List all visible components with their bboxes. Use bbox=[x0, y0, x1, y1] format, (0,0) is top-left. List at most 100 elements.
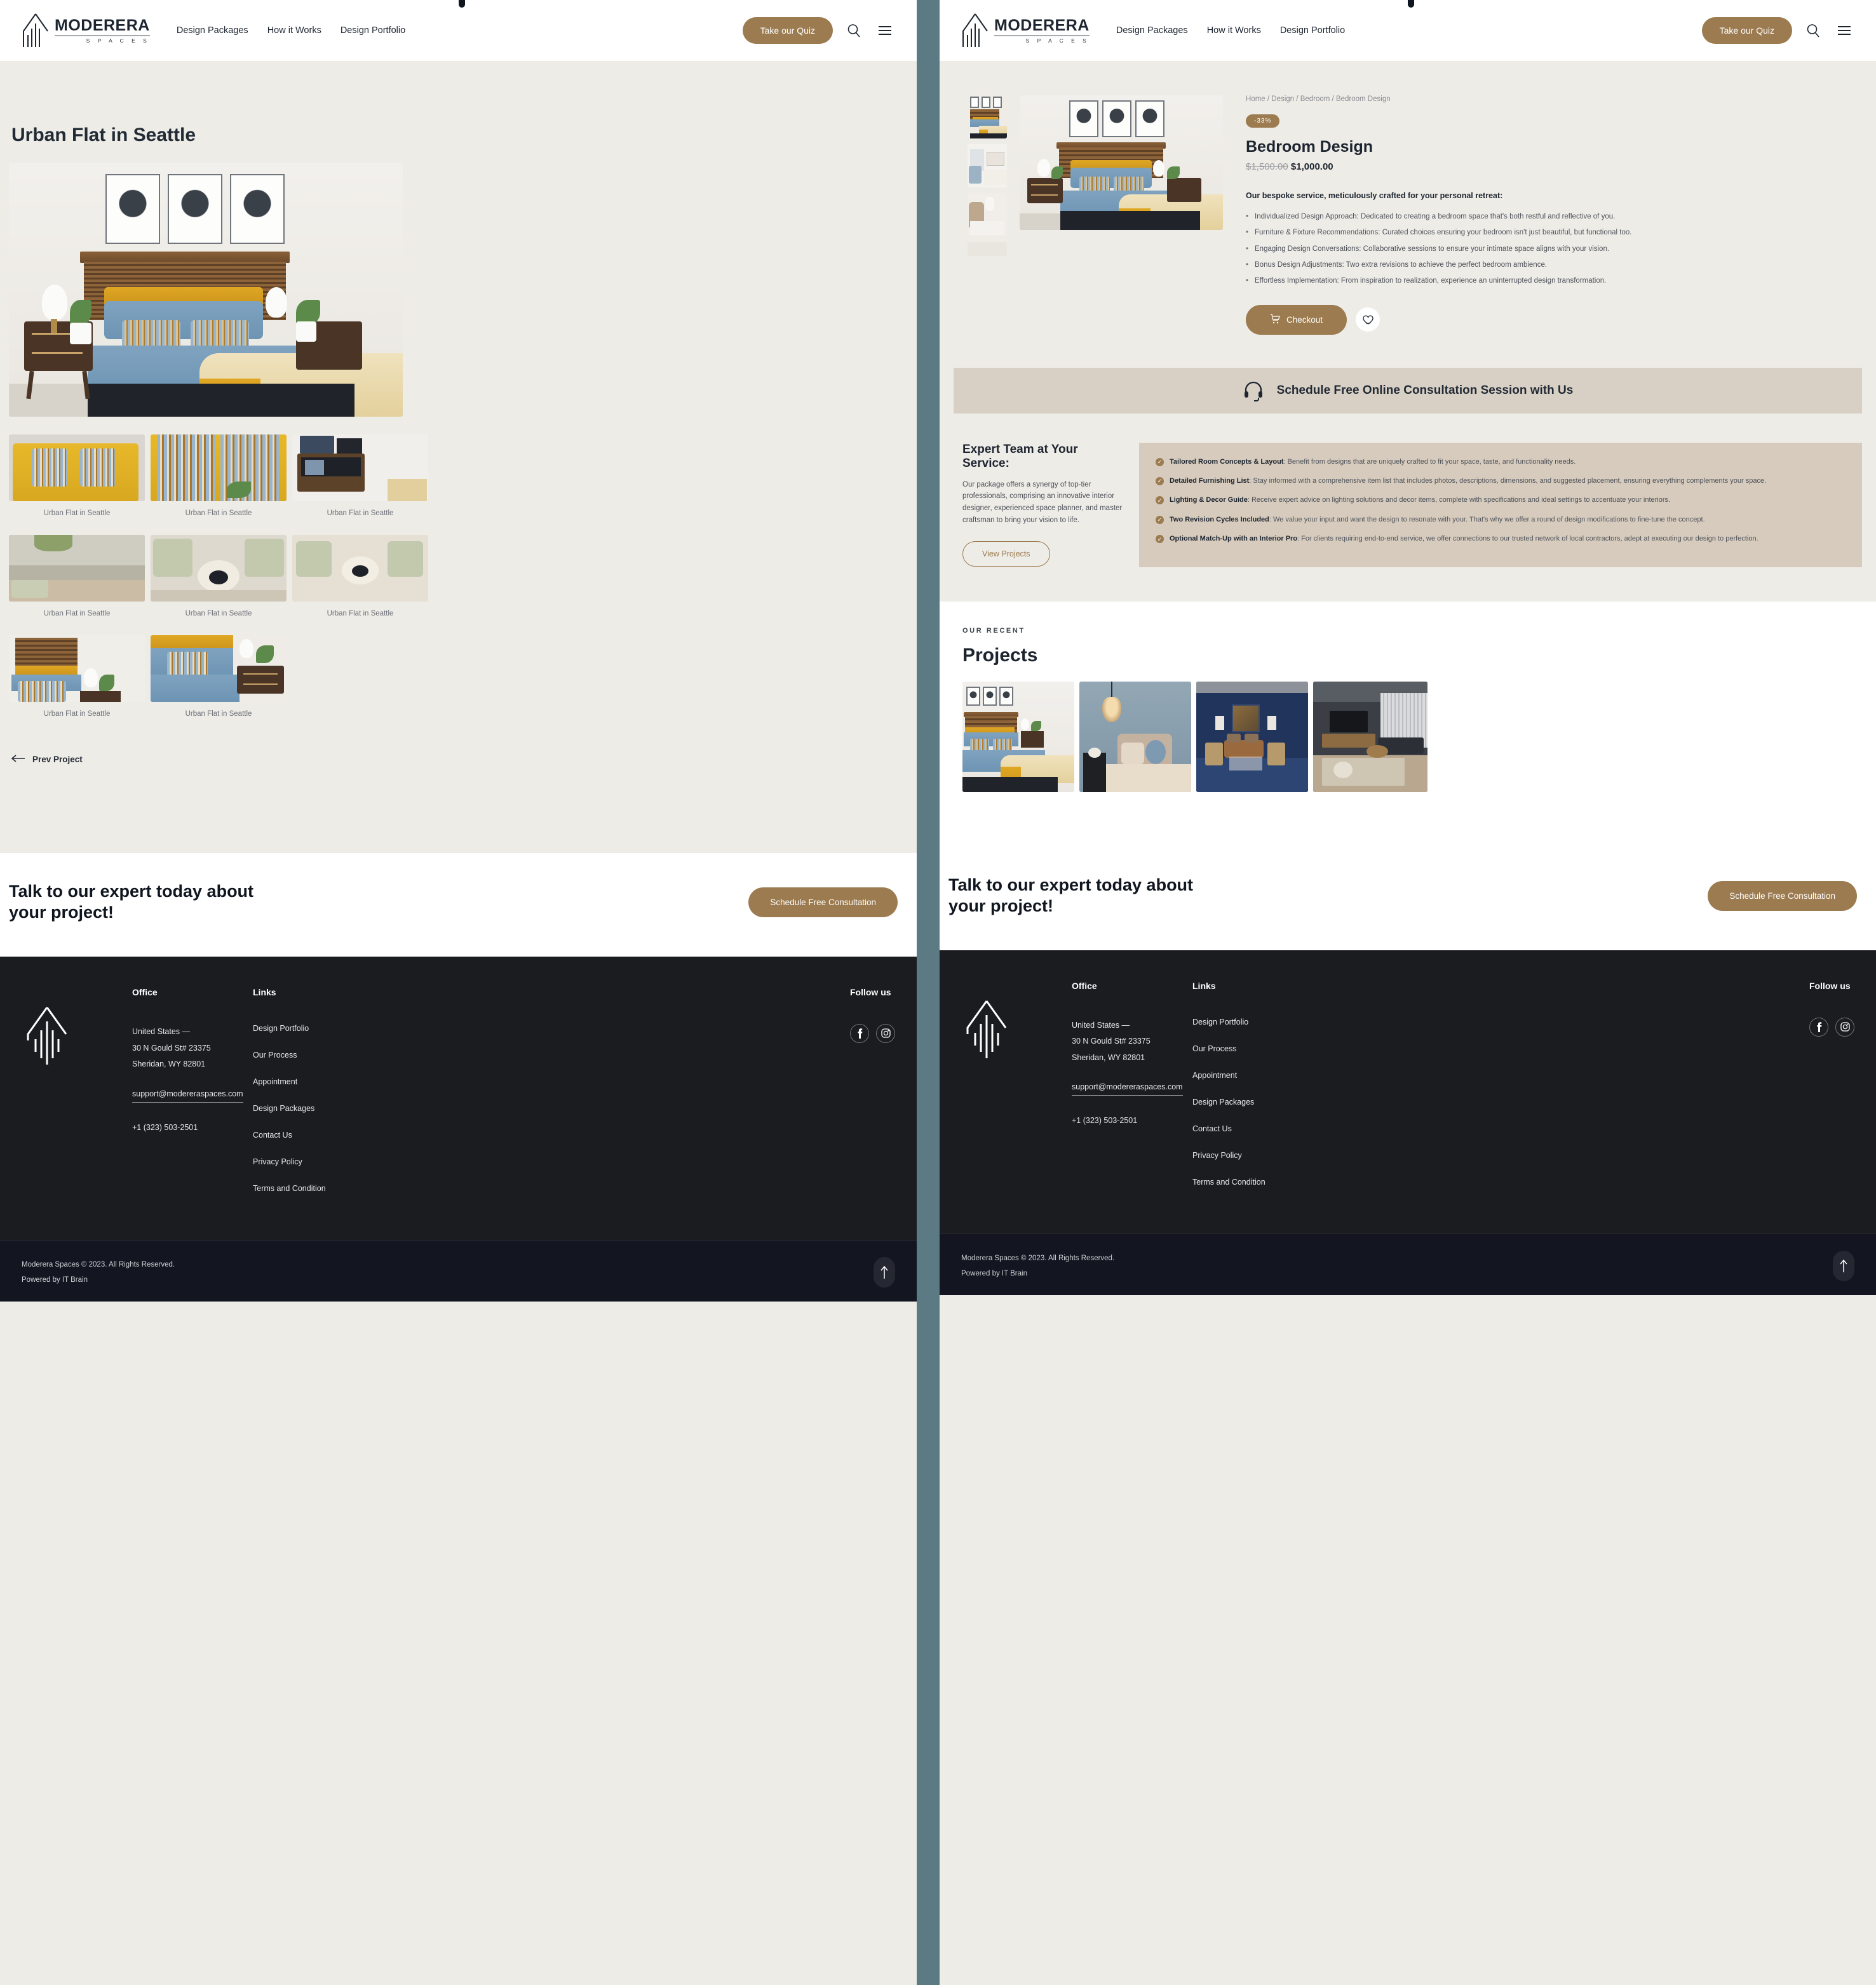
footer-email-link[interactable]: support@modereraspaces.com bbox=[132, 1089, 243, 1103]
instagram-icon[interactable] bbox=[1835, 1017, 1854, 1037]
product-thumbnail[interactable] bbox=[968, 242, 1007, 256]
take-quiz-button[interactable]: Take our Quiz bbox=[742, 17, 833, 44]
breadcrumb-home[interactable]: Home bbox=[1246, 95, 1265, 103]
gallery-image[interactable] bbox=[9, 535, 145, 602]
back-to-top-button[interactable] bbox=[1833, 1250, 1854, 1281]
gallery-image[interactable] bbox=[151, 635, 287, 702]
nav-link-design-packages[interactable]: Design Packages bbox=[177, 25, 248, 36]
footer-phone[interactable]: +1 (323) 503-2501 bbox=[1072, 1116, 1192, 1125]
nav-link-how-it-works[interactable]: How it Works bbox=[1207, 25, 1261, 36]
recent-projects-section: OUR RECENT Projects bbox=[940, 601, 1876, 809]
footer-link-our-process[interactable]: Our Process bbox=[253, 1051, 374, 1060]
footer-link-contact-us[interactable]: Contact Us bbox=[253, 1131, 374, 1140]
footer-link-appointment[interactable]: Appointment bbox=[253, 1077, 374, 1086]
recent-project-card[interactable] bbox=[1079, 681, 1191, 792]
recent-project-card[interactable] bbox=[1313, 681, 1427, 792]
footer-logo-icon bbox=[22, 987, 123, 1211]
benefit-item: ✓ Two Revision Cycles Included: We value… bbox=[1156, 515, 1846, 525]
view-projects-button[interactable]: View Projects bbox=[962, 541, 1050, 567]
prev-project-link[interactable]: Prev Project bbox=[11, 755, 908, 764]
gallery-image[interactable] bbox=[151, 434, 287, 501]
footer-link-terms[interactable]: Terms and Condition bbox=[1192, 1178, 1313, 1187]
gallery-image[interactable] bbox=[292, 434, 428, 501]
dual-panel-screenshot: MODERERA S P A C E S Design Packages How… bbox=[0, 0, 1876, 1985]
product-thumbnail[interactable] bbox=[968, 144, 1007, 187]
schedule-consultation-button[interactable]: Schedule Free Consultation bbox=[1708, 880, 1857, 911]
gallery-image[interactable] bbox=[292, 535, 428, 602]
brand-logo[interactable]: MODERERA S P A C E S bbox=[22, 12, 150, 49]
product-thumbnail[interactable] bbox=[968, 193, 1007, 236]
project-detail-body: Urban Flat in Seattle Urban Flat in Seat… bbox=[0, 124, 917, 764]
nav-links-right: Design Packages How it Works Design Port… bbox=[1116, 25, 1345, 36]
footer-link-design-packages[interactable]: Design Packages bbox=[1192, 1098, 1313, 1107]
footer-office-heading: Office bbox=[1072, 980, 1097, 991]
footer-link-design-portfolio[interactable]: Design Portfolio bbox=[1192, 1018, 1313, 1026]
gallery-image[interactable] bbox=[9, 434, 145, 501]
breadcrumb: Home / Design / Bedroom / Bedroom Design bbox=[1246, 95, 1391, 103]
wishlist-button[interactable] bbox=[1356, 307, 1380, 332]
facebook-icon[interactable] bbox=[850, 1023, 869, 1043]
checkout-button[interactable]: Checkout bbox=[1246, 304, 1347, 335]
top-navigation-bar-left: MODERERA S P A C E S Design Packages How… bbox=[0, 0, 917, 61]
hamburger-menu-icon[interactable] bbox=[1834, 22, 1854, 39]
footer-email-link[interactable]: support@modereraspaces.com bbox=[1072, 1082, 1183, 1096]
gallery-caption: Urban Flat in Seattle bbox=[327, 610, 394, 617]
product-feature: Bonus Design Adjustments: Two extra revi… bbox=[1246, 259, 1848, 271]
recent-project-card[interactable] bbox=[962, 681, 1074, 792]
footer-phone[interactable]: +1 (323) 503-2501 bbox=[132, 1123, 253, 1132]
schedule-consultation-button[interactable]: Schedule Free Consultation bbox=[748, 887, 898, 917]
nav-link-design-portfolio[interactable]: Design Portfolio bbox=[1280, 25, 1345, 36]
footer-link-design-packages[interactable]: Design Packages bbox=[253, 1104, 374, 1113]
nav-link-how-it-works[interactable]: How it Works bbox=[267, 25, 321, 36]
footer-address-line-1: United States — bbox=[1072, 1020, 1130, 1030]
panel-divider bbox=[917, 0, 931, 1985]
brand-logo[interactable]: MODERERA S P A C E S bbox=[961, 12, 1090, 49]
search-icon[interactable] bbox=[844, 21, 863, 40]
breadcrumb-design[interactable]: Design bbox=[1271, 95, 1294, 103]
hamburger-menu-icon[interactable] bbox=[875, 22, 895, 39]
footer-powered-by: Powered by IT Brain bbox=[22, 1276, 88, 1284]
brand-subtitle: S P A C E S bbox=[55, 35, 150, 44]
footer-link-contact-us[interactable]: Contact Us bbox=[1192, 1124, 1313, 1133]
nav-actions-left: Take our Quiz bbox=[742, 17, 895, 44]
bedroom-photo bbox=[9, 163, 403, 417]
product-price: $1,500.00 $1,000.00 bbox=[1246, 161, 1848, 172]
project-hero-image[interactable] bbox=[9, 163, 403, 417]
consultation-banner-text: Schedule Free Online Consultation Sessio… bbox=[1276, 383, 1574, 397]
breadcrumb-bedroom[interactable]: Bedroom bbox=[1300, 95, 1330, 103]
footer-link-privacy-policy[interactable]: Privacy Policy bbox=[253, 1157, 374, 1166]
gallery-item: Urban Flat in Seattle bbox=[151, 535, 287, 617]
product-thumbnail[interactable] bbox=[968, 95, 1007, 138]
facebook-icon[interactable] bbox=[1809, 1017, 1828, 1037]
footer-follow-column: Follow us bbox=[1809, 981, 1854, 1204]
product-actions: Checkout bbox=[1246, 304, 1848, 335]
product-main-image[interactable] bbox=[1020, 95, 1223, 230]
consultation-banner[interactable]: Schedule Free Online Consultation Sessio… bbox=[954, 367, 1862, 414]
footer-link-appointment[interactable]: Appointment bbox=[1192, 1071, 1313, 1080]
recent-project-card[interactable] bbox=[1196, 681, 1308, 792]
instagram-icon[interactable] bbox=[876, 1023, 895, 1043]
gallery-item: Urban Flat in Seattle bbox=[9, 434, 145, 517]
footer-left: Office United States — 30 N Gould St# 23… bbox=[0, 956, 917, 1302]
footer-link-privacy-policy[interactable]: Privacy Policy bbox=[1192, 1151, 1313, 1160]
footer-link-design-portfolio[interactable]: Design Portfolio bbox=[253, 1024, 374, 1033]
footer-logo-icon bbox=[961, 981, 1063, 1204]
product-price-new: $1,000.00 bbox=[1290, 161, 1333, 172]
take-quiz-button[interactable]: Take our Quiz bbox=[1701, 17, 1792, 44]
gallery-image[interactable] bbox=[9, 635, 145, 702]
search-icon[interactable] bbox=[1804, 21, 1823, 40]
brand-subtitle: S P A C E S bbox=[994, 35, 1090, 44]
back-to-top-button[interactable] bbox=[874, 1256, 895, 1288]
gallery-image[interactable] bbox=[151, 535, 287, 602]
expert-team-copy: Expert Team at Your Service: Our package… bbox=[962, 443, 1123, 567]
benefits-panel: ✓ Tailored Room Concepts & Layout: Benef… bbox=[1139, 442, 1862, 567]
benefits-list: ✓ Tailored Room Concepts & Layout: Benef… bbox=[1156, 457, 1846, 545]
nav-link-design-portfolio[interactable]: Design Portfolio bbox=[341, 25, 405, 36]
benefit-title: Two Revision Cycles Included bbox=[1170, 515, 1269, 523]
footer-link-our-process[interactable]: Our Process bbox=[1192, 1044, 1313, 1053]
footer-link-terms[interactable]: Terms and Condition bbox=[253, 1184, 374, 1193]
benefit-item: ✓ Tailored Room Concepts & Layout: Benef… bbox=[1156, 457, 1846, 468]
footer-bottom-bar: Moderera Spaces © 2023. All Rights Reser… bbox=[0, 1239, 917, 1302]
nav-link-design-packages[interactable]: Design Packages bbox=[1116, 25, 1188, 36]
footer-links-column: Links Design Portfolio Our Process Appoi… bbox=[253, 987, 374, 1211]
